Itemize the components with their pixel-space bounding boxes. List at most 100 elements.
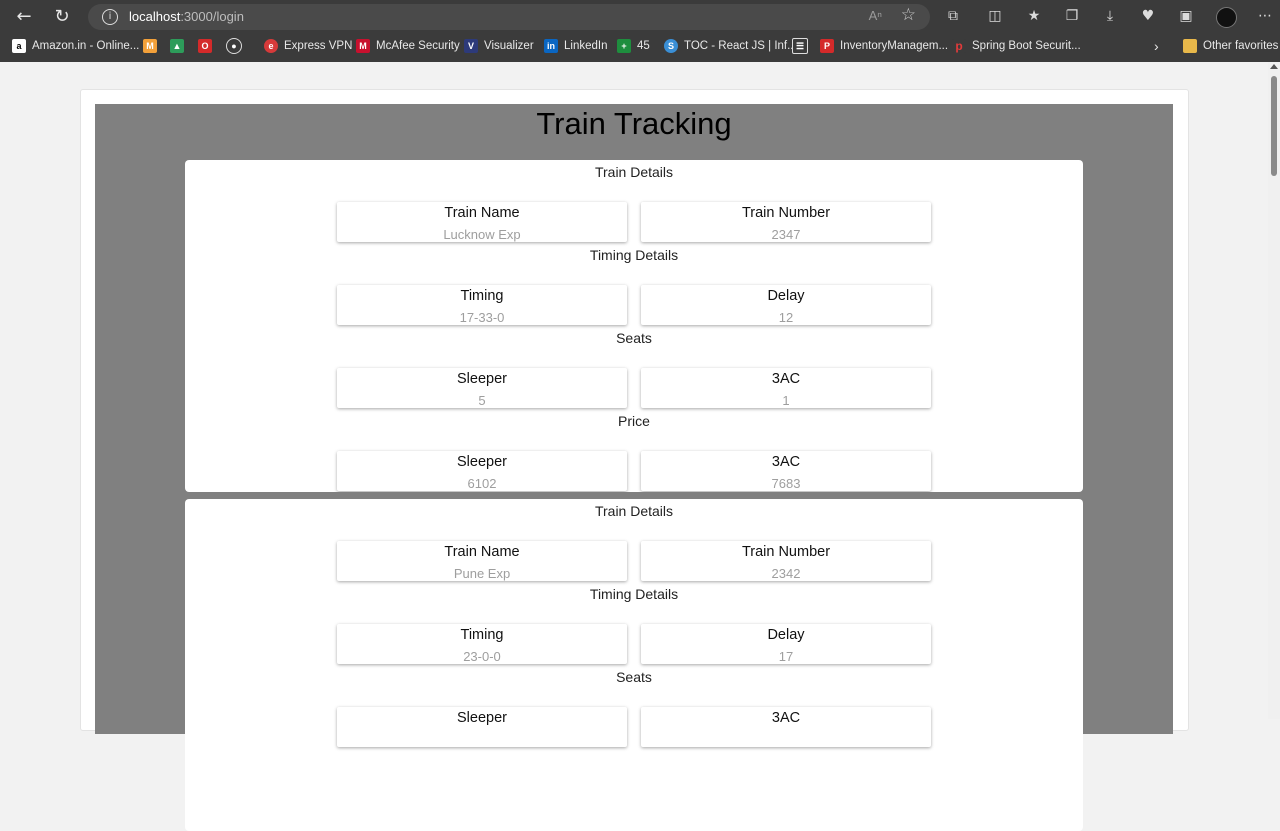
bookmark-label: 45 [637,40,650,52]
back-arrow-icon[interactable]: ← [12,5,36,29]
url-text[interactable]: localhost:3000/login [129,9,244,24]
read-aloud-icon[interactable]: Aⁿ [869,8,882,23]
train-number-field: Train Number 2342 [641,541,931,581]
oracle-icon: O [198,39,212,53]
field-value: 17-33-0 [459,310,505,325]
scroll-thumb[interactable] [1271,76,1277,176]
train-details-heading: Train Details [594,503,674,519]
bookmark-label: McAfee Security [376,40,460,52]
field-label: Sleeper [457,454,507,470]
field-label: Train Number [741,205,831,221]
split-screen-icon[interactable]: ◫ [985,6,1005,26]
bookmark-other-favorites[interactable]: Other favorites [1183,38,1278,54]
delay-field: Delay 17 [641,624,931,664]
visualizer-icon: V [464,39,478,53]
collections-icon[interactable]: ❐ [1062,6,1082,26]
url-path: :3000/login [180,9,244,24]
linkedin-icon: in [544,39,558,53]
favorites-icon[interactable]: ★ [1024,6,1044,26]
downloads-icon[interactable]: ⤓ [1100,6,1120,26]
bookmark-label: LinkedIn [564,40,608,52]
favorite-star-icon[interactable]: ☆ [901,5,916,25]
field-label: Sleeper [457,710,507,726]
field-value: 5 [478,393,486,408]
bookmark-toc-react[interactable]: S TOC - React JS | Inf... [664,38,797,54]
plus-icon: + [617,39,631,53]
field-label: Timing [460,627,504,643]
field-label: 3AC [771,371,801,387]
price-3ac-field: 3AC 7683 [641,451,931,491]
more-bookmarks-chevron-icon[interactable]: › [1154,38,1159,54]
refresh-icon[interactable]: ↻ [50,5,74,29]
field-label: Sleeper [457,371,507,387]
more-menu-icon[interactable]: ⋯ [1255,6,1275,26]
bookmark-visualizer[interactable]: V Visualizer [464,38,534,54]
bookmark-gmail[interactable]: M [143,38,163,54]
toc-icon: S [664,39,678,53]
inventory-icon: P [820,39,834,53]
bookmark-inventory[interactable]: P InventoryManagem... [820,38,948,54]
bookmark-drive[interactable]: ▲ [170,38,190,54]
page-icon: ☰ [792,38,808,54]
train-card: Train Details Train Name Pune Exp Train … [185,499,1083,831]
wallet-icon[interactable]: ▣ [1176,6,1196,26]
browser-toolbar: ← ↻ i localhost:3000/login Aⁿ ☆ ⧉ ◫ ★ ❐ … [0,0,1280,33]
field-label: Delay [767,627,805,643]
bookmark-label: Express VPN [284,40,353,52]
extensions-icon[interactable]: ⧉ [943,6,963,26]
bookmark-label: InventoryManagem... [840,40,949,52]
drive-icon: ▲ [170,39,184,53]
timing-details-heading: Timing Details [589,247,679,263]
timing-field: Timing 23-0-0 [337,624,627,664]
field-value: Lucknow Exp [443,227,521,242]
bookmark-label: Amazon.in - Online... [32,40,140,52]
page-title: Train Tracking [536,106,732,141]
train-details-heading: Train Details [594,164,674,180]
bookmark-linkedin[interactable]: in LinkedIn [544,38,607,54]
bookmarks-bar: a Amazon.in - Online... M ▲ O ● e Express … [0,33,1280,60]
bookmark-github[interactable]: ● [226,38,248,54]
bookmark-oracle[interactable]: O [198,38,218,54]
address-bar[interactable]: i localhost:3000/login Aⁿ ☆ [88,4,930,30]
profile-avatar[interactable] [1216,7,1237,28]
field-value: Pune Exp [453,566,511,581]
url-host: localhost [129,9,181,24]
field-value: 12 [778,310,794,325]
price-sleeper-field: Sleeper 6102 [337,451,627,491]
train-name-field: Train Name Pune Exp [337,541,627,581]
timing-field: Timing 17-33-0 [337,285,627,325]
field-label: Train Number [741,544,831,560]
bookmark-45[interactable]: +45 [617,38,650,54]
bookmark-amazon[interactable]: a Amazon.in - Online... [12,38,139,54]
spring-icon: p [952,39,966,53]
bookmark-mcafee[interactable]: M McAfee Security [356,38,460,54]
delay-field: Delay 12 [641,285,931,325]
train-tracking-panel: Train Tracking Train Details Train Name … [95,104,1173,831]
bookmark-spring-boot[interactable]: p Spring Boot Securit... [952,38,1081,54]
field-value: 6102 [467,476,497,491]
field-label: 3AC [771,454,801,470]
site-info-icon[interactable]: i [102,9,118,25]
seats-heading: Seats [616,669,652,685]
bookmark-expressvpn[interactable]: e Express VPN [264,38,352,54]
amazon-icon: a [12,39,26,53]
seats-heading: Seats [616,330,652,346]
field-label: Timing [460,288,504,304]
field-value: 23-0-0 [463,649,501,664]
scroll-up-arrow-icon[interactable] [1270,64,1278,69]
bookmark-label: Visualizer [484,40,534,52]
timing-details-heading: Timing Details [589,586,679,602]
bookmark-page[interactable]: ☰ [792,38,814,54]
train-name-field: Train Name Lucknow Exp [337,202,627,242]
field-value: 7683 [771,476,801,491]
field-label: Train Name [444,205,520,221]
browser-chrome: ← ↻ i localhost:3000/login Aⁿ ☆ ⧉ ◫ ★ ❐ … [0,0,1280,62]
folder-icon [1183,39,1197,53]
mcafee-icon: M [356,39,370,53]
train-number-field: Train Number 2347 [641,202,931,242]
field-value: 17 [778,649,794,664]
browser-essentials-icon[interactable]: ♥ [1138,6,1158,26]
seats-3ac-field: 3AC [641,707,931,747]
page-scrollbar[interactable] [1268,62,1280,719]
github-icon: ● [226,38,242,54]
